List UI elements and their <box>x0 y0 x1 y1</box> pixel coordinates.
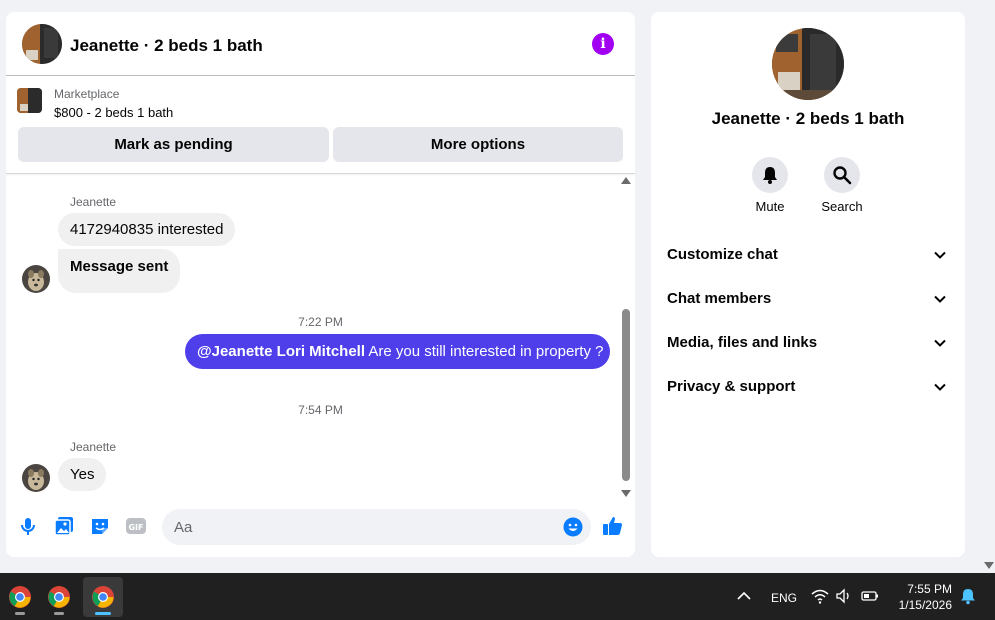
svg-text:GIF: GIF <box>128 523 143 532</box>
scroll-up-arrow[interactable] <box>621 177 631 184</box>
emoji-icon[interactable] <box>563 517 583 537</box>
taskbar-indicator <box>15 612 25 615</box>
chrome-icon <box>9 586 31 608</box>
clock-date: 1/15/2026 <box>898 598 952 612</box>
mute-button[interactable]: Mute <box>740 157 800 214</box>
system-clock[interactable]: 7:55 PM 1/15/2026 <box>880 581 952 613</box>
microphone-icon[interactable] <box>17 515 39 537</box>
outgoing-message-text: Are you still interested in property ? <box>365 343 604 360</box>
chat-panel: Jeanette · 2 beds 1 bath i Marketplace $… <box>6 12 635 557</box>
message-composer: GIF <box>6 505 635 549</box>
search-label: Search <box>821 199 863 214</box>
more-options-button[interactable]: More options <box>333 127 623 162</box>
section-label: Media, files and links <box>667 334 818 351</box>
message-scrollbar[interactable] <box>619 177 633 497</box>
conversation-info-panel: Jeanette · 2 beds 1 bath Mute Search Cus… <box>651 12 965 557</box>
sender-name: Jeanette <box>70 440 117 454</box>
mark-as-pending-button[interactable]: Mark as pending <box>18 127 329 162</box>
mute-label: Mute <box>755 199 785 214</box>
wifi-icon[interactable] <box>811 587 829 605</box>
thumbs-up-icon[interactable] <box>601 514 625 538</box>
chevron-down-icon <box>934 339 946 347</box>
sender-avatar[interactable] <box>22 265 50 293</box>
message-bubble[interactable]: Yes <box>58 458 107 491</box>
chevron-down-icon <box>934 383 946 391</box>
message-list[interactable]: Jeanette 4172940835 interested Message s… <box>6 175 635 497</box>
section-label: Customize chat <box>667 246 778 263</box>
chrome-icon <box>48 586 70 608</box>
taskbar: ENG 7:55 PM 1/15/2026 <box>0 573 995 620</box>
message-bubble[interactable]: Message sent <box>58 249 181 293</box>
section-label: Chat members <box>667 290 772 307</box>
search-button[interactable]: Search <box>812 157 872 214</box>
chrome-icon <box>92 586 114 608</box>
sender-avatar[interactable] <box>22 464 50 492</box>
message-bubble[interactable]: 4172940835 interested <box>58 213 236 246</box>
chat-header: Jeanette · 2 beds 1 bath i <box>6 12 635 76</box>
listing-thumbnail[interactable] <box>17 88 42 113</box>
scroll-thumb[interactable] <box>622 309 630 481</box>
section-label: Privacy & support <box>667 378 796 395</box>
bell-icon <box>763 167 777 184</box>
scroll-down-arrow[interactable] <box>621 490 631 497</box>
profile-avatar[interactable] <box>772 28 844 100</box>
search-circle <box>824 157 860 193</box>
notification-bell-icon[interactable] <box>959 587 977 605</box>
language-indicator[interactable]: ENG <box>771 591 797 605</box>
taskbar-chrome-3-active[interactable] <box>83 577 123 617</box>
info-icon[interactable]: i <box>592 33 614 55</box>
clock-time: 7:55 PM <box>907 582 952 596</box>
section-customize-chat[interactable]: Customize chat <box>651 234 965 274</box>
marketplace-listing: Marketplace $800 - 2 beds 1 bath Mark as… <box>6 77 635 174</box>
sticker-icon[interactable] <box>89 515 111 537</box>
message-timestamp: 7:22 PM <box>298 315 343 329</box>
gif-icon[interactable]: GIF <box>125 515 147 537</box>
battery-icon[interactable] <box>861 587 879 605</box>
mention[interactable]: @Jeanette Lori Mitchell <box>197 343 365 360</box>
mute-circle <box>752 157 788 193</box>
sender-name: Jeanette <box>70 195 117 209</box>
chevron-down-icon <box>934 295 946 303</box>
volume-icon[interactable] <box>835 587 853 605</box>
search-icon <box>833 166 852 185</box>
page-scroll-down-arrow[interactable] <box>984 562 994 569</box>
listing-price-title: $800 - 2 beds 1 bath <box>54 105 174 120</box>
profile-name: Jeanette · 2 beds 1 bath <box>711 109 905 128</box>
chevron-down-icon <box>934 251 946 259</box>
message-timestamp: 7:54 PM <box>298 403 343 417</box>
conversation-avatar[interactable] <box>22 24 62 64</box>
taskbar-chrome-1[interactable] <box>0 577 40 617</box>
show-hidden-icons-chevron-icon[interactable] <box>735 587 753 605</box>
listing-category: Marketplace <box>54 87 120 101</box>
photo-icon[interactable] <box>53 515 75 537</box>
taskbar-indicator <box>54 612 64 615</box>
message-input[interactable] <box>162 509 591 545</box>
section-chat-members[interactable]: Chat members <box>651 278 965 318</box>
outgoing-message-bubble[interactable]: @Jeanette Lori Mitchell Are you still in… <box>185 334 610 369</box>
section-privacy-support[interactable]: Privacy & support <box>651 366 965 406</box>
taskbar-indicator <box>95 612 111 615</box>
taskbar-chrome-2[interactable] <box>39 577 79 617</box>
chat-title: Jeanette · 2 beds 1 bath <box>70 36 263 55</box>
section-media-files-links[interactable]: Media, files and links <box>651 322 965 362</box>
